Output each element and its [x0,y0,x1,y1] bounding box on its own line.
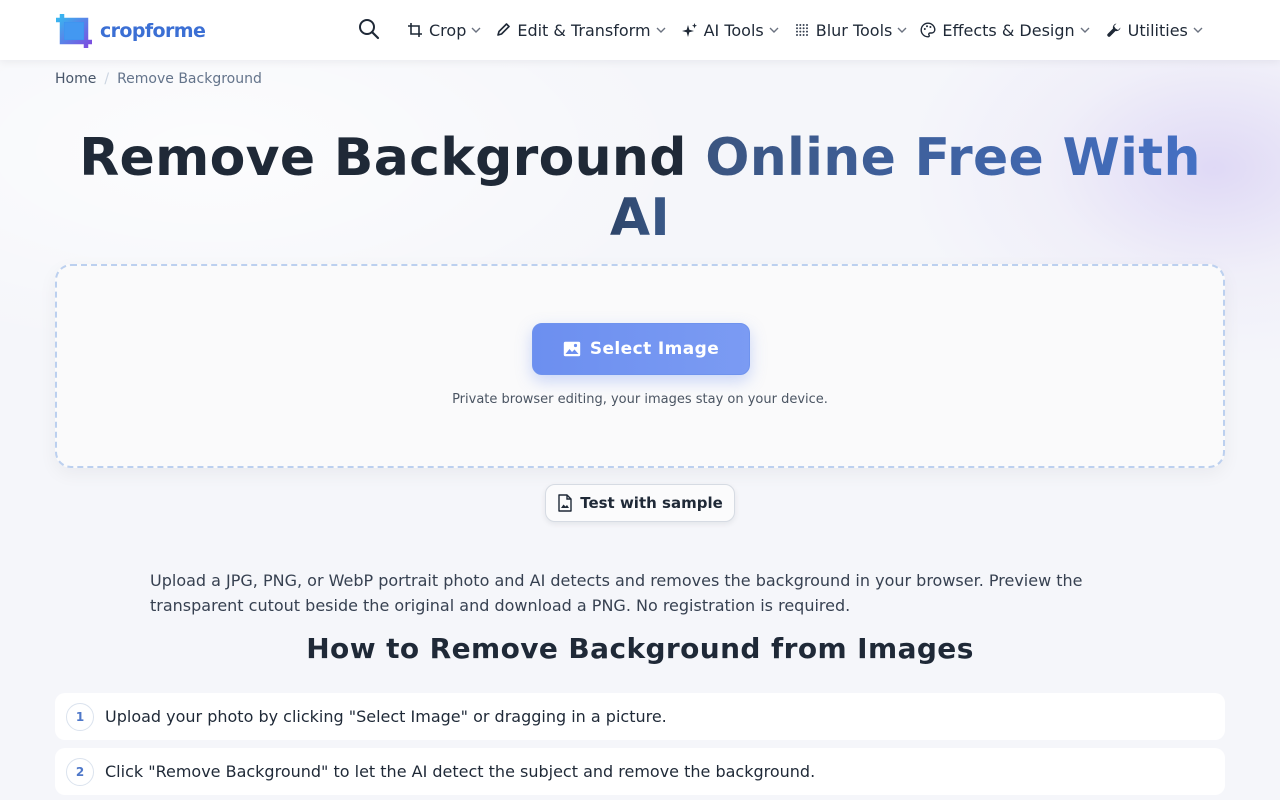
step-text: Click "Remove Background" to let the AI … [105,762,816,781]
page-title-part3: AI [609,188,671,248]
crop-icon [407,22,423,38]
logo-text: cropforme [100,20,206,42]
search-icon[interactable] [358,18,382,42]
main-nav: Crop Edit & Transform AI Tools Blur Tool… [407,0,1203,60]
image-icon [563,341,581,357]
select-image-button[interactable]: Select Image [532,323,750,375]
breadcrumb-current: Remove Background [117,71,262,87]
select-image-label: Select Image [589,339,720,359]
page-title-part1: Remove Background [79,128,706,188]
page-title: Remove Background Online Free With AI [55,128,1225,248]
test-sample-label: Test with sample [580,494,723,512]
breadcrumb: Home / Remove Background [55,71,262,87]
palette-icon [920,22,936,38]
test-sample-button[interactable]: Test with sample [545,484,735,522]
step-number: 1 [66,702,94,731]
step-text: Upload your photo by clicking "Select Im… [105,707,667,726]
wrench-icon [1106,22,1122,38]
nav-item-utilities[interactable]: Utilities [1106,21,1203,40]
chevron-down-icon [897,25,907,35]
upload-dropzone[interactable]: Select Image Private browser editing, yo… [55,264,1225,468]
breadcrumb-separator: / [104,71,110,87]
nav-item-effects-design[interactable]: Effects & Design [920,20,1090,40]
nav-item-blur-tools[interactable]: Blur Tools [794,21,908,40]
file-image-icon [557,494,573,512]
privacy-note: Private browser editing, your images sta… [452,392,828,407]
step-number: 2 [66,757,94,786]
how-to-heading: How to Remove Background from Images [306,632,974,665]
nav-label-blur-tools: Blur Tools [815,20,893,40]
logo-crop-icon [55,13,96,49]
chevron-down-icon [1080,25,1090,35]
nav-item-edit-transform[interactable]: Edit & Transform [495,20,666,40]
nav-label-effects-design: Effects & Design [942,20,1075,40]
nav-label-crop: Crop [429,20,467,40]
nav-label-ai-tools: AI Tools [703,20,764,40]
sparkle-icon [681,22,698,38]
page-title-part2: Online Free With [705,128,1201,188]
chevron-down-icon [1193,25,1203,35]
chevron-down-icon [471,25,481,35]
list-item: 2 Click "Remove Background" to let the A… [55,748,1225,795]
nav-item-crop[interactable]: Crop [407,21,481,40]
top-navbar: cropforme Crop Edit & Transform AI Tools [0,0,1280,60]
blur-dots-icon [794,22,810,38]
intro-text: Upload a JPG, PNG, or WebP portrait phot… [150,571,1083,615]
breadcrumb-home-link[interactable]: Home [55,71,96,87]
chevron-down-icon [656,25,666,35]
chevron-down-icon [769,25,779,35]
pencil-icon [495,22,511,38]
list-item: 1 Upload your photo by clicking "Select … [55,693,1225,740]
nav-label-utilities: Utilities [1127,20,1188,40]
logo[interactable]: cropforme [55,13,206,49]
nav-item-ai-tools[interactable]: AI Tools [681,20,779,40]
nav-label-edit-transform: Edit & Transform [517,20,651,40]
